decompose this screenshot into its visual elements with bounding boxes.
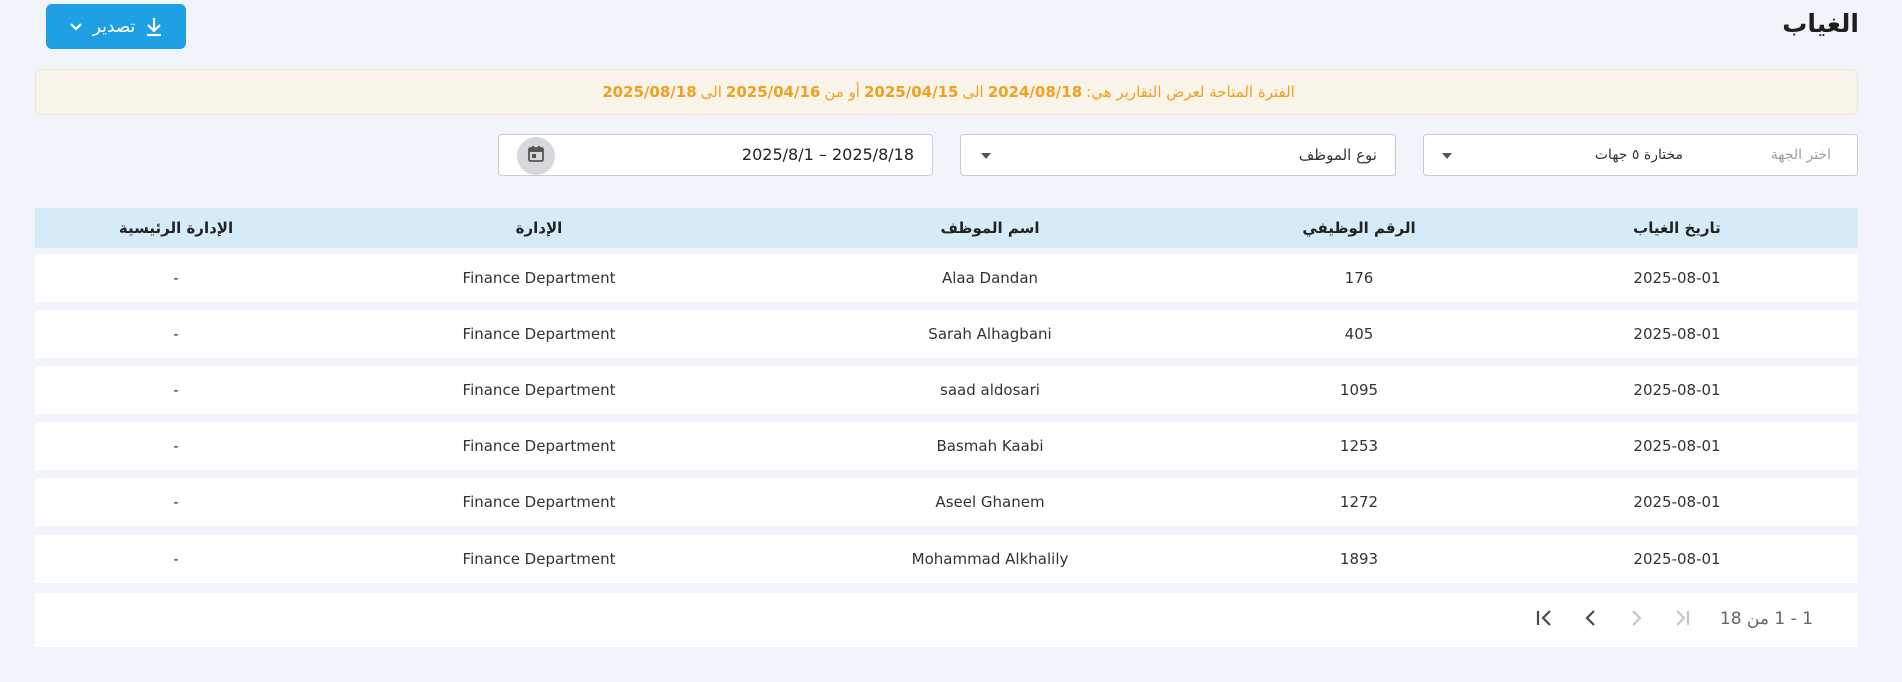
cell-absence-date: 2025-08-01 [1633, 550, 1721, 568]
export-button[interactable]: تصدير [46, 4, 186, 49]
cell-employee-name: Sarah Alhagbani [928, 325, 1052, 343]
employee-type-select[interactable]: نوع الموظف [960, 134, 1396, 176]
cell-department: Finance Department [462, 325, 616, 343]
previous-page-button[interactable] [1578, 607, 1604, 633]
first-page-icon [1534, 608, 1556, 632]
cell-main-department: - [173, 550, 179, 568]
department-select[interactable]: اختر الجهة مختارة ٥ جهات [1423, 134, 1858, 176]
next-page-button[interactable] [1623, 607, 1649, 633]
notice-separator: الى [962, 83, 984, 101]
page-title: الغياب [1782, 9, 1859, 38]
table-header: تاريخ الغياب الرقم الوظيفي اسم الموظف ال… [35, 208, 1858, 248]
table-row[interactable]: 2025-08-01 1893 Mohammad Alkhalily Finan… [35, 535, 1858, 583]
chevron-down-icon [69, 22, 83, 32]
table-row[interactable]: 2025-08-01 1272 Aseel Ghanem Finance Dep… [35, 478, 1858, 526]
cell-employee-id: 1253 [1339, 437, 1379, 455]
last-page-button[interactable] [1668, 607, 1694, 633]
column-header-absence-date[interactable]: تاريخ الغياب [1633, 208, 1721, 248]
export-label: تصدير [92, 16, 136, 37]
cell-absence-date: 2025-08-01 [1633, 493, 1721, 511]
cell-main-department: - [173, 269, 179, 287]
department-selected-value: مختارة ٥ جهات [1594, 147, 1683, 163]
notice-prefix: الفترة المتاحة لعرض التقارير هي: [1086, 83, 1295, 101]
first-page-button[interactable] [1532, 607, 1558, 633]
notice-separator: الى [700, 83, 722, 101]
cell-main-department: - [173, 325, 179, 343]
cell-department: Finance Department [462, 550, 616, 568]
cell-absence-date: 2025-08-01 [1633, 437, 1721, 455]
notice-date: 2024/08/18 [987, 83, 1083, 101]
employee-type-value: نوع الموظف [1298, 146, 1377, 164]
cell-employee-id: 405 [1344, 325, 1374, 343]
pagination-bar: 1 - 1 من 18 [35, 593, 1858, 647]
chevron-right-icon [1626, 608, 1646, 632]
cell-employee-name: Aseel Ghanem [935, 493, 1045, 511]
cell-department: Finance Department [462, 269, 616, 287]
cell-employee-id: 1893 [1339, 550, 1379, 568]
table-row[interactable]: 2025-08-01 405 Sarah Alhagbani Finance D… [35, 310, 1858, 358]
notice-separator: أو من [824, 83, 860, 101]
notice-date: 2025/08/18 [602, 83, 697, 101]
cell-employee-id: 1095 [1339, 381, 1379, 399]
cell-main-department: - [173, 381, 179, 399]
availability-notice: الفترة المتاحة لعرض التقارير هي: 2024/08… [35, 69, 1858, 115]
calendar-icon [527, 145, 545, 167]
column-header-main-department[interactable]: الإدارة الرئيسية [119, 208, 233, 248]
chevron-left-icon [1581, 608, 1601, 632]
cell-absence-date: 2025-08-01 [1633, 381, 1721, 399]
cell-department: Finance Department [462, 381, 616, 399]
cell-main-department: - [173, 437, 179, 455]
download-icon [145, 17, 163, 37]
table-row[interactable]: 2025-08-01 176 Alaa Dandan Finance Depar… [35, 254, 1858, 302]
cell-employee-name: Alaa Dandan [941, 269, 1039, 287]
caret-down-icon [1442, 153, 1452, 159]
column-header-department[interactable]: الإدارة [516, 208, 563, 248]
cell-department: Finance Department [462, 437, 616, 455]
cell-employee-name: saad aldosari [940, 381, 1040, 399]
last-page-icon [1670, 608, 1692, 632]
cell-main-department: - [173, 493, 179, 511]
table-row[interactable]: 2025-08-01 1253 Basmah Kaabi Finance Dep… [35, 422, 1858, 470]
cell-absence-date: 2025-08-01 [1633, 325, 1721, 343]
department-placeholder: اختر الجهة [1770, 147, 1831, 163]
caret-down-icon [981, 153, 991, 159]
cell-employee-name: Mohammad Alkhalily [911, 550, 1069, 568]
column-header-employee-name[interactable]: اسم الموظف [940, 208, 1039, 248]
notice-date: 2025/04/16 [725, 83, 821, 101]
notice-date: 2025/04/15 [863, 83, 959, 101]
date-range-value: 2025/8/1 – 2025/8/18 [741, 145, 914, 164]
cell-absence-date: 2025-08-01 [1633, 269, 1721, 287]
calendar-button[interactable] [517, 137, 555, 175]
table-row[interactable]: 2025-08-01 1095 saad aldosari Finance De… [35, 366, 1858, 414]
cell-employee-id: 176 [1344, 269, 1374, 287]
cell-department: Finance Department [462, 493, 616, 511]
cell-employee-name: Basmah Kaabi [936, 437, 1044, 455]
date-range-field[interactable]: 2025/8/1 – 2025/8/18 [498, 134, 933, 176]
pagination-range-label: 1 - 1 من 18 [1719, 609, 1813, 629]
cell-employee-id: 1272 [1339, 493, 1379, 511]
column-header-employee-id[interactable]: الرقم الوظيفي [1302, 208, 1415, 248]
